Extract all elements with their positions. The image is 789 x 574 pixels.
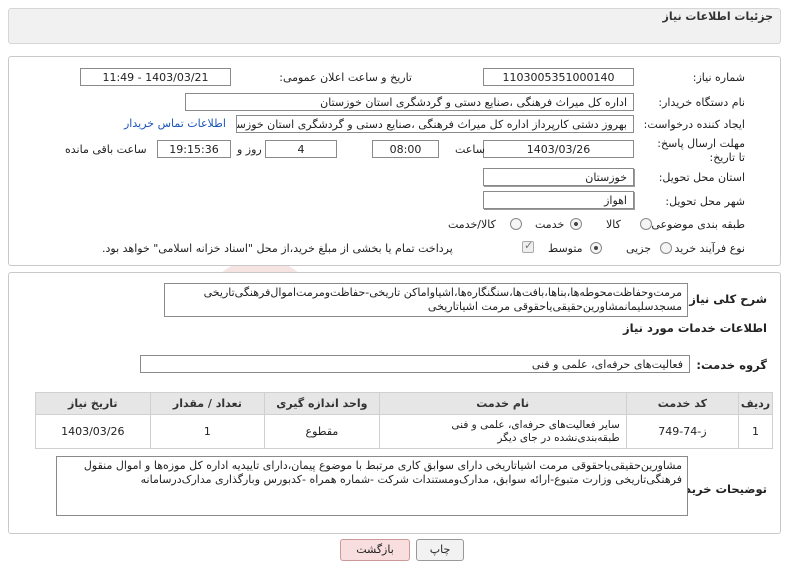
summary-label: شرح کلی نیاز: (684, 292, 767, 306)
need-number-label: شماره نیاز: (692, 71, 745, 84)
category-radio-service[interactable] (570, 218, 582, 230)
deadline-date-field: 1403/03/26 (483, 140, 634, 158)
remaining-time-field: 19:15:36 (157, 140, 231, 158)
page-title: جزئیات اطلاعات نیاز (662, 10, 774, 23)
process-label: نوع فرآیند خرید : (667, 242, 745, 255)
process-radio-medium[interactable] (590, 242, 602, 254)
table-header-row: ردیف کد خدمت نام خدمت واحد اندازه گیری ت… (35, 392, 773, 415)
remaining-time-label: ساعت باقی مانده (65, 143, 147, 156)
city-label: شهر محل تحویل: (665, 195, 745, 208)
category-label: طبقه بندی موضوعی: (647, 218, 745, 231)
buyer-org-field: اداره کل میراث فرهنگی ،صنایع دستی و گردش… (185, 93, 634, 111)
col-date: تاریخ نیاز (35, 392, 151, 415)
category-option-goods: کالا (606, 218, 621, 231)
days-remaining-field: 4 (265, 140, 337, 158)
requester-field: بهروز دشتی کارپرداز اداره کل میراث فرهنگ… (236, 115, 634, 133)
service-group-label: گروه خدمت: (696, 358, 767, 372)
deadline-time-field: 08:00 (372, 140, 439, 158)
cell-qty: 1 (149, 414, 266, 449)
announce-date-label: تاریخ و ساعت اعلان عمومی: (279, 71, 412, 84)
summary-textarea[interactable]: مرمت‌وحفاظت‌محوطه‌ها،بناها،بافت‌ها،سنگنگ… (164, 283, 688, 317)
cell-code: ز-74-749 (625, 414, 740, 449)
col-qty: تعداد / مقدار (149, 392, 266, 415)
cell-index: 1 (738, 414, 773, 449)
service-group-field: فعالیت‌های حرفه‌ای، علمی و فنی (140, 355, 690, 373)
back-button[interactable]: بازگشت (340, 539, 410, 561)
category-radio-goods[interactable] (640, 218, 652, 230)
category-radio-goods-service[interactable] (510, 218, 522, 230)
buyer-org-label: نام دستگاه خریدار: (658, 96, 745, 109)
cell-unit: مقطوع (264, 414, 380, 449)
col-code: کد خدمت (625, 392, 740, 415)
city-field: اهواز (483, 191, 634, 209)
need-number-field: 1103005351000140 (483, 68, 634, 86)
print-button[interactable]: چاپ (416, 539, 464, 561)
col-name: نام خدمت (378, 392, 627, 415)
requester-label: ایجاد کننده درخواست: (643, 118, 745, 131)
cell-name: سایر فعالیت‌های حرفه‌ای، علمی و فنی طبقه… (378, 414, 627, 449)
category-option-service: خدمت (535, 218, 565, 231)
deadline-label: مهلت ارسال پاسخ: تا تاریخ: (657, 137, 745, 164)
province-field: خوزستان (483, 168, 634, 186)
province-label: استان محل تحویل: (658, 171, 745, 184)
table-row: 1 ز-74-749 سایر فعالیت‌های حرفه‌ای، علمی… (35, 414, 773, 449)
treasury-payment-checkbox[interactable] (522, 239, 534, 253)
process-radio-minor[interactable] (660, 242, 672, 254)
deadline-time-label: ساعت (455, 143, 485, 156)
col-index: ردیف (738, 392, 773, 415)
days-label: روز و (237, 143, 262, 156)
treasury-payment-note: پرداخت تمام یا بخشی از مبلغ خرید،از محل … (102, 242, 453, 255)
col-unit: واحد اندازه گیری (264, 392, 380, 415)
buyer-contact-link[interactable]: اطلاعات تماس خریدار (124, 117, 226, 130)
cell-date: 1403/03/26 (35, 414, 151, 449)
services-section-title: اطلاعات خدمات مورد نیاز (623, 321, 767, 335)
process-option-minor: جزیی (626, 242, 652, 255)
buyer-notes-textarea[interactable]: مشاورین‌حقیقی‌یاحقوقی مرمت اشیاتاریخی دا… (56, 456, 688, 516)
services-table: ردیف کد خدمت نام خدمت واحد اندازه گیری ت… (35, 392, 773, 449)
category-option-goods-service: کالا/خدمت (448, 218, 496, 231)
announce-date-field: 1403/03/21 - 11:49 (80, 68, 231, 86)
process-option-medium: متوسط (548, 242, 583, 255)
